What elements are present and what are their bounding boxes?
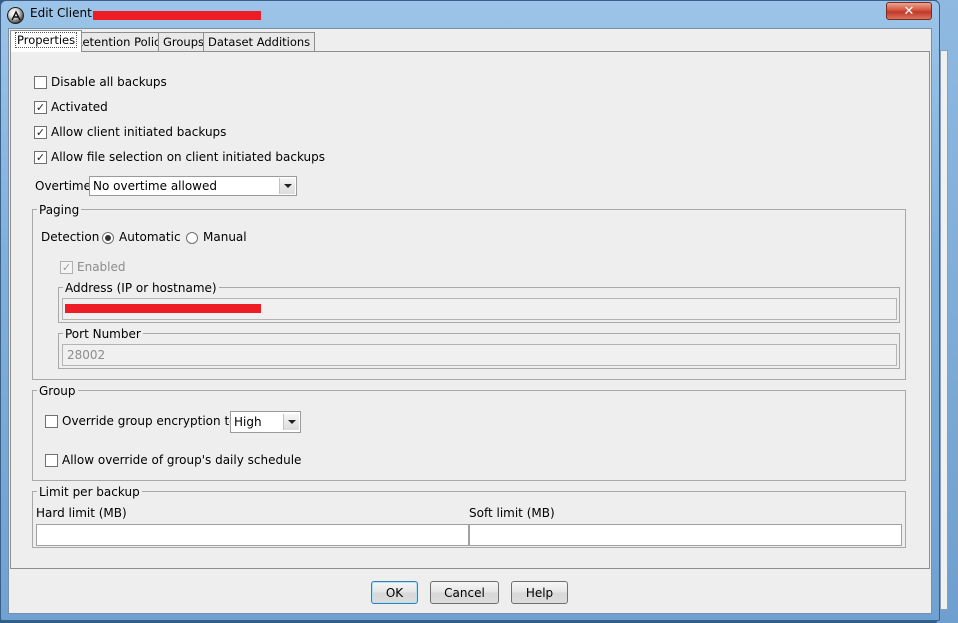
address-group-title: Address (IP or hostname) <box>63 281 219 295</box>
override-encryption-label: Override group encryption to <box>62 414 237 428</box>
window-title-text: Edit Client - <box>30 6 100 20</box>
tab-groups[interactable]: Groups <box>158 32 210 52</box>
port-group-title: Port Number <box>63 327 143 341</box>
override-schedule-checkbox[interactable] <box>45 454 58 467</box>
close-icon: ✕ <box>903 3 915 19</box>
checkmark-icon: ✓ <box>35 126 46 139</box>
allow-client-backups-label: Allow client initiated backups <box>51 125 227 139</box>
hard-limit-input[interactable] <box>36 524 469 546</box>
group-group-title: Group <box>37 384 78 398</box>
close-button[interactable]: ✕ <box>886 2 932 20</box>
overtime-label: Overtime <box>35 179 91 193</box>
soft-limit-input[interactable] <box>469 524 902 546</box>
paging-enabled-checkbox[interactable]: ✓ <box>60 261 73 274</box>
ok-button-label: OK <box>385 585 404 600</box>
checkmark-icon: ✓ <box>35 151 46 164</box>
manual-radio[interactable] <box>186 232 198 244</box>
tab-properties-label: Properties <box>15 32 78 48</box>
activated-checkbox[interactable]: ✓ <box>34 101 47 114</box>
help-button-label: Help <box>525 585 554 600</box>
tab-retention-policy[interactable]: Retention Policy <box>70 32 173 52</box>
tab-dataset-additions[interactable]: Dataset Additions <box>203 32 316 52</box>
detection-label: Detection <box>41 230 100 244</box>
hard-limit-label: Hard limit (MB) <box>36 506 127 520</box>
activated-label: Activated <box>51 100 108 114</box>
app-logo-icon <box>7 7 24 24</box>
group-groupbox <box>32 390 906 481</box>
port-field[interactable]: 28002 <box>62 344 897 366</box>
cancel-button-label: Cancel <box>444 585 485 600</box>
limit-group-title: Limit per backup <box>37 485 142 499</box>
tab-properties[interactable]: Properties <box>10 30 83 52</box>
allow-file-selection-label: Allow file selection on client initiated… <box>51 150 326 164</box>
redacted-client-name <box>93 11 261 20</box>
manual-radio-label: Manual <box>203 230 247 244</box>
ok-button[interactable]: OK <box>371 581 418 604</box>
encryption-level-select[interactable]: High <box>230 411 301 433</box>
encryption-level-value: High <box>234 415 262 429</box>
override-encryption-checkbox[interactable] <box>45 415 58 428</box>
automatic-radio[interactable] <box>102 232 114 244</box>
cancel-button[interactable]: Cancel <box>430 581 499 604</box>
allow-client-backups-checkbox[interactable]: ✓ <box>34 126 47 139</box>
paging-group-title: Paging <box>37 203 82 217</box>
overtime-select[interactable]: No overtime allowed <box>89 176 297 196</box>
redacted-address <box>65 304 261 313</box>
tab-dataset-additions-label: Dataset Additions <box>208 35 311 49</box>
disable-all-backups-checkbox[interactable] <box>34 76 47 89</box>
help-button[interactable]: Help <box>511 581 568 604</box>
disable-all-backups-label: Disable all backups <box>51 75 167 89</box>
overtime-select-value: No overtime allowed <box>93 179 217 193</box>
background-window-content <box>940 50 948 610</box>
chevron-down-icon <box>279 178 295 194</box>
checkmark-icon: ✓ <box>61 261 72 274</box>
tab-retention-policy-label: Retention Policy <box>75 35 168 49</box>
allow-file-selection-checkbox[interactable]: ✓ <box>34 151 47 164</box>
paging-enabled-label: Enabled <box>77 260 126 274</box>
tab-groups-label: Groups <box>163 35 205 49</box>
checkmark-icon: ✓ <box>35 101 46 114</box>
automatic-radio-label: Automatic <box>119 230 181 244</box>
soft-limit-label: Soft limit (MB) <box>469 506 555 520</box>
port-field-value: 28002 <box>67 348 106 362</box>
chevron-down-icon <box>283 414 299 430</box>
override-schedule-label: Allow override of group's daily schedule <box>62 453 302 467</box>
window-title: Edit Client - <box>30 6 100 20</box>
